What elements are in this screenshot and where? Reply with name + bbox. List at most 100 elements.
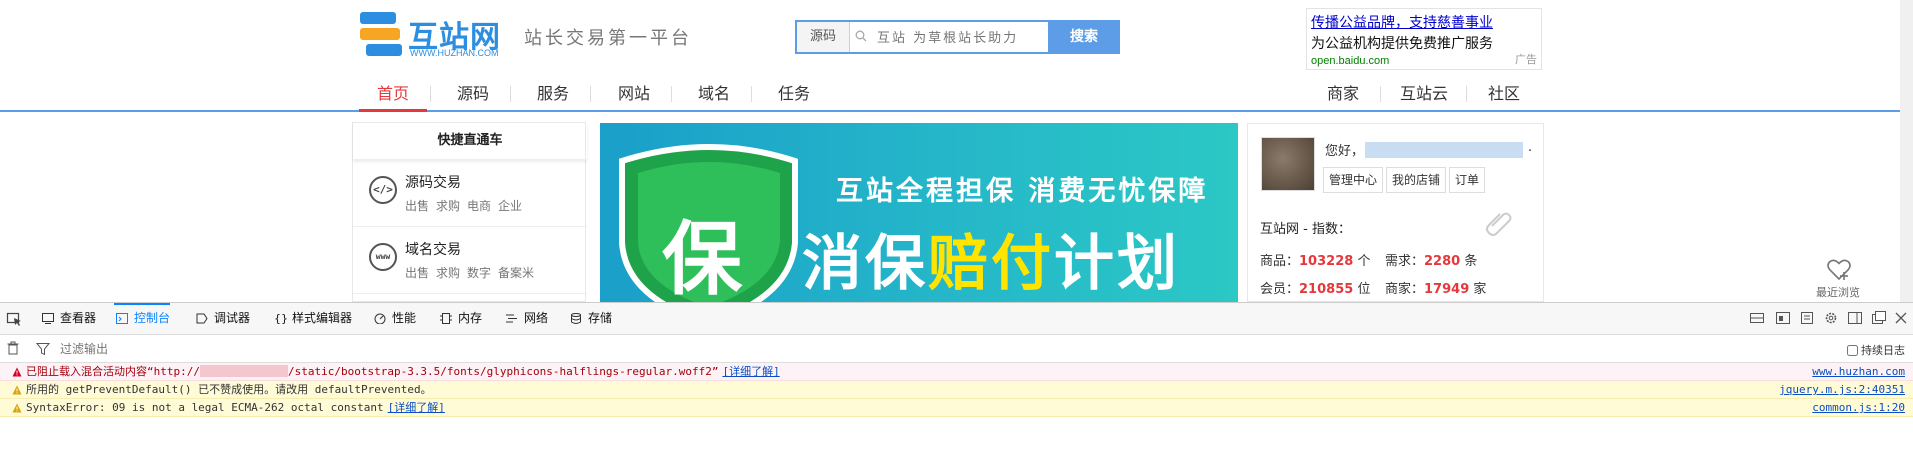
learn-more-link[interactable]: [详细了解] [388,401,445,414]
search-input[interactable] [875,23,1039,53]
banner-title: 消保赔付计划 [802,215,1180,302]
logo-mark-icon [360,12,402,56]
quick-link[interactable]: 求购 [436,199,460,213]
quick-link[interactable]: 求购 [436,266,460,280]
banner-title-part: 计划 [1054,229,1180,299]
tab-network[interactable]: 网络 [504,303,548,334]
dock-side-icon[interactable] [1848,311,1862,325]
settings-gear-icon[interactable] [1824,311,1838,325]
stat-merchants: 商家：17949 家 [1385,278,1486,297]
shield-character: 保 [662,213,742,302]
tab-debugger[interactable]: 调试器 [194,303,250,334]
console-message-warning[interactable]: 所用的 getPreventDefault() 已不赞成使用。请改用 defau… [0,381,1913,399]
quick-item-links: 出售 求购 数字 备案米 [405,264,541,281]
braces-icon: {} [274,312,288,325]
tab-label: 调试器 [214,311,251,325]
nav-item-services[interactable]: 服务 [537,80,569,110]
stat-value: 2280 [1424,254,1461,269]
message-source-link[interactable]: www.huzhan.com [1812,363,1905,381]
recent-browse-label: 最近浏览 [1816,286,1860,299]
tab-style-editor[interactable]: {} 样式编辑器 [272,303,352,334]
nav-item-tasks[interactable]: 任务 [778,80,810,110]
search-category-select[interactable]: 源码 [797,22,850,52]
stat-members: 会员：210855 位 [1260,278,1370,297]
stat-products: 商品：103228 个 [1260,250,1370,269]
quick-link[interactable]: 电商 [467,199,491,213]
quick-link[interactable]: 备案米 [498,266,534,280]
code-icon: </> [369,176,397,204]
responsive-mode-icon[interactable] [1776,311,1790,325]
message-source-link[interactable]: common.js:1:20 [1812,399,1905,417]
quick-link[interactable]: 数字 [467,266,491,280]
ad-tag: 广告 [1515,53,1537,66]
quick-item-links: 出售 求购 电商 企业 [405,197,529,214]
site-logo[interactable]: 互站网 WWW.HUZHAN.COM [358,10,508,62]
message-text-end: /static/bootstrap-3.3.5/fonts/glyphicons… [287,365,719,378]
console-message-warning[interactable]: SyntaxError: 09 is not a legal ECMA-262 … [0,399,1913,417]
ad-title[interactable]: 传播公益品牌，支持慈善事业 [1311,12,1537,32]
close-icon[interactable] [1895,311,1907,325]
tab-performance[interactable]: 性能 [372,303,416,334]
promo-banner[interactable]: 保 互站全程担保 消费无忧保障 消保赔付计划 [600,123,1238,302]
tab-storage[interactable]: 存储 [568,303,612,334]
network-icon [506,314,517,323]
quick-item-title[interactable]: 源码交易 [405,172,461,192]
page-scrollbar[interactable] [1900,0,1913,302]
console-message-error[interactable]: 已阻止载入混合活动内容“http:// /static/bootstrap-3.3… [0,363,1913,381]
index-title: 互站网 - 指数： [1260,222,1351,237]
nav-item-websites[interactable]: 网站 [618,80,650,110]
console-filter-bar: 持续日志 [0,335,1913,363]
quick-link[interactable]: 出售 [405,199,429,213]
element-picker-icon[interactable] [6,311,22,327]
devtools-toolbar: 查看器 控制台 调试器 {} 样式编辑器 性能 内存 网络 存储 [0,303,1913,335]
tab-label: 性能 [392,311,417,325]
ad-url[interactable]: open.baidu.com [1311,55,1537,67]
dock-options-icon[interactable] [1750,311,1764,325]
tab-memory[interactable]: 内存 [438,303,482,334]
banner-headline: 互站全程担保 消费无忧保障 [836,176,1209,207]
nav-item-home[interactable]: 首页 [358,80,428,112]
persist-logs-checkbox[interactable] [1847,345,1858,356]
greeting: 您好， [1325,144,1365,159]
nav-divider [590,86,591,102]
tab-inspector[interactable]: 查看器 [40,303,96,334]
quick-access-title: 快捷直通车 [353,123,587,160]
recent-browse[interactable]: 最近浏览 [1806,254,1870,302]
orders-button[interactable]: 订单 [1449,167,1486,193]
manage-center-button[interactable]: 管理中心 [1323,167,1384,193]
nav-item-community[interactable]: 社区 [1488,80,1520,110]
quick-item-title[interactable]: 域名交易 [405,239,461,259]
nav-item-cloud[interactable]: 互站云 [1400,80,1448,110]
scratchpad-icon[interactable] [1800,311,1814,325]
persist-logs-label: 持续日志 [1861,344,1905,357]
tab-label: 样式编辑器 [292,311,353,325]
stat-unit: 个 [1357,254,1371,269]
undock-window-icon[interactable] [1872,311,1886,325]
clear-console-trash-icon[interactable] [6,341,20,355]
quick-item-domain-trade[interactable]: www 域名交易 出售 求购 数字 备案米 [353,227,587,294]
tab-label: 存储 [588,311,613,325]
quick-link[interactable]: 企业 [498,199,522,213]
nav-item-merchants[interactable]: 商家 [1327,80,1359,110]
message-source-link[interactable]: jquery.m.js:2:40351 [1779,381,1905,399]
ad-box[interactable]: 传播公益品牌，支持慈善事业 为公益机构提供免费推广服务 open.baidu.c… [1306,8,1542,70]
quick-item-source-trade[interactable]: </> 源码交易 出售 求购 电商 企业 [353,160,587,227]
devtools-panel: 查看器 控制台 调试器 {} 样式编辑器 性能 内存 网络 存储 过滤输出 持续… [0,302,1913,474]
warning-icon [12,385,22,395]
console-icon [116,313,128,324]
learn-more-link[interactable]: [详细了解] [722,365,779,378]
paperclip-icon [1486,212,1512,236]
nav-item-source[interactable]: 源码 [457,80,489,110]
avatar[interactable] [1261,137,1315,191]
tab-console[interactable]: 控制台 [114,303,171,334]
nav-divider [1380,86,1381,102]
my-shop-button[interactable]: 我的店铺 [1386,167,1447,193]
search-button[interactable]: 搜索 [1048,20,1120,54]
message-text-start: SyntaxError: 09 is not a legal ECMA-262 … [26,401,384,414]
console-message-text: SyntaxError: 09 is not a legal ECMA-262 … [26,399,445,417]
persist-logs-toggle[interactable]: 持续日志 [1847,342,1905,358]
console-filter-input[interactable] [58,339,462,359]
nav-item-domains[interactable]: 域名 [698,80,730,110]
quick-link[interactable]: 出售 [405,266,429,280]
stat-label: 需求： [1385,254,1425,269]
